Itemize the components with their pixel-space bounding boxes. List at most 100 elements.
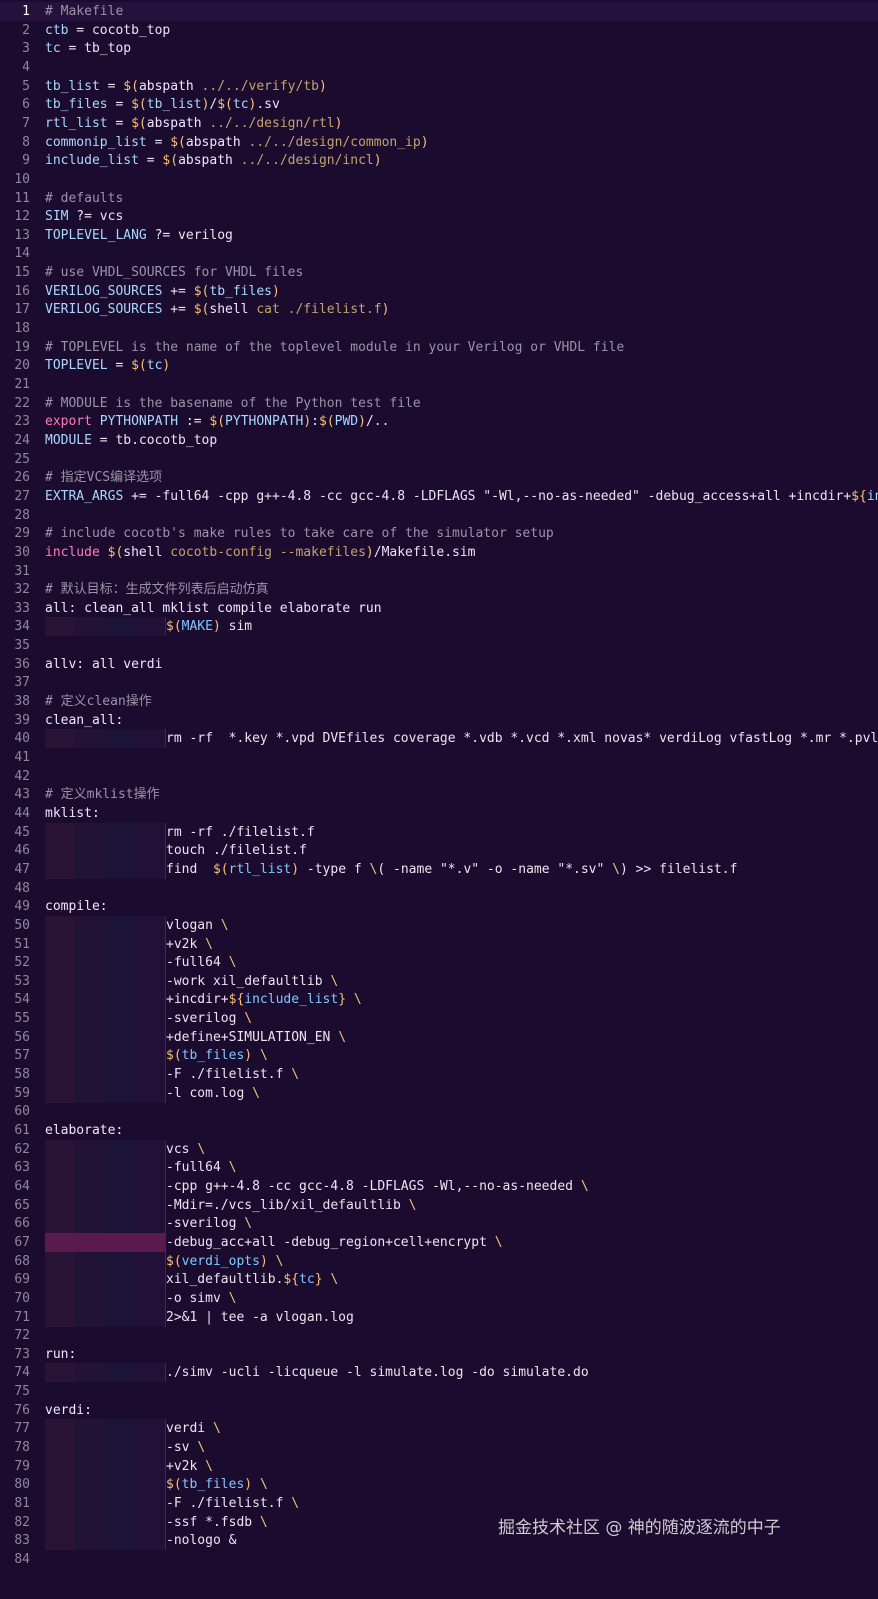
code-line[interactable]: 18 — [0, 319, 878, 338]
code-line[interactable]: 6 tb_files = $(tb_list)/$(tc).sv — [0, 95, 878, 114]
code-line[interactable]: 58 -F ./filelist.f \ — [0, 1065, 878, 1085]
code-line[interactable]: 32 # 默认目标：生成文件列表后启动仿真 — [0, 580, 878, 599]
code-line[interactable]: 21 — [0, 375, 878, 394]
code-editor[interactable]: 1 # Makefile 2 ctb = cocotb_top 3 tc = tb_top… — [0, 0, 878, 1599]
code-line[interactable]: 53 -work xil_defaultlib \ — [0, 971, 878, 991]
code-line[interactable]: 29 # include cocotb's make rules to take … — [0, 524, 878, 543]
code-line[interactable]: 14 — [0, 244, 878, 263]
line-number: 49 — [14, 899, 30, 915]
code-token: ( -name "*.v" -o -name "*.sv" — [377, 861, 613, 877]
code-token: # Makefile — [45, 4, 124, 19]
code-line[interactable]: 33 all: clean_all mklist compile elaborat… — [0, 599, 878, 618]
code-line[interactable]: 34 $(MAKE) sim — [0, 617, 878, 637]
code-line[interactable]: 38 # 定义clean操作 — [0, 692, 878, 711]
code-line[interactable]: 79 +v2k \ — [0, 1456, 878, 1476]
code-token: -o simv — [166, 1290, 229, 1306]
code-token: ../../verify/tb — [193, 78, 319, 94]
code-line[interactable]: 80 $(tb_files) \ — [0, 1475, 878, 1495]
code-line[interactable]: 60 — [0, 1102, 878, 1121]
code-line[interactable]: 35 — [0, 636, 878, 655]
code-line[interactable]: 67 -debug_acc+all -debug_region+cell+encr… — [0, 1232, 878, 1252]
code-token: 2>&1 | tee -a vlogan.log — [166, 1309, 354, 1325]
code-line[interactable]: 56 +define+SIMULATION_EN \ — [0, 1027, 878, 1047]
code-line[interactable]: 10 — [0, 170, 878, 189]
code-line[interactable]: 68 $(verdi_opts) \ — [0, 1251, 878, 1271]
line-number: 40 — [14, 731, 30, 747]
code-line[interactable]: 24 MODULE = tb.cocotb_top — [0, 431, 878, 450]
code-line[interactable]: 31 — [0, 562, 878, 581]
code-line[interactable]: 39 clean_all: — [0, 711, 878, 730]
code-line[interactable]: 45 rm -rf ./filelist.f — [0, 822, 878, 842]
code-line[interactable]: 22 # MODULE is the basename of the Python… — [0, 394, 878, 413]
indent-guide — [45, 1531, 166, 1551]
line-number: 6 — [22, 97, 30, 113]
code-line[interactable]: 23 export PYTHONPATH := $(PYTHONPATH):$(P… — [0, 412, 878, 431]
line-number: 26 — [14, 470, 30, 486]
code-token: mklist: — [45, 805, 100, 821]
code-line[interactable]: 84 — [0, 1550, 878, 1569]
code-line[interactable]: 70 -o simv \ — [0, 1288, 878, 1308]
code-line[interactable]: 75 — [0, 1382, 878, 1401]
code-line[interactable]: 27 EXTRA_ARGS += -full64 -cpp g++-4.8 -cc… — [0, 487, 878, 506]
code-line[interactable]: 46 touch ./filelist.f — [0, 841, 878, 861]
code-line[interactable]: 71 2>&1 | tee -a vlogan.log — [0, 1307, 878, 1327]
code-line[interactable]: 9 include_list = $(abspath ../../design/i… — [0, 151, 878, 170]
code-line[interactable]: 74 ./simv -ucli -licqueue -l simulate.log… — [0, 1363, 878, 1383]
code-token: ?= vcs — [68, 209, 124, 225]
code-line[interactable]: 2 ctb = cocotb_top — [0, 21, 878, 40]
code-line[interactable]: 78 -sv \ — [0, 1438, 878, 1458]
code-line[interactable]: 62 vcs \ — [0, 1139, 878, 1159]
code-line[interactable]: 76 verdi: — [0, 1401, 878, 1420]
code-line[interactable]: 15 # use VHDL_SOURCES for VHDL files — [0, 263, 878, 282]
code-line[interactable]: 65 -Mdir=./vcs_lib/xil_defaultlib \ — [0, 1195, 878, 1215]
code-line[interactable]: 49 compile: — [0, 897, 878, 916]
code-line[interactable]: 81 -F ./filelist.f \ — [0, 1494, 878, 1513]
code-line[interactable]: 12 SIM ?= vcs — [0, 207, 878, 226]
code-line[interactable]: 51 +v2k \ — [0, 934, 878, 954]
code-line[interactable]: 59 -l com.log \ — [0, 1083, 878, 1103]
code-line[interactable]: 5 tb_list = $(abspath ../../verify/tb) — [0, 77, 878, 96]
code-line[interactable]: 40 rm -rf *.key *.vpd DVEfiles coverage *… — [0, 729, 878, 749]
code-line[interactable]: 13 TOPLEVEL_LANG ?= verilog — [0, 226, 878, 245]
code-line[interactable]: 64 -cpp g++-4.8 -cc gcc-4.8 -LDFLAGS -Wl,… — [0, 1176, 878, 1196]
code-line[interactable]: 48 — [0, 879, 878, 898]
code-line[interactable]: 3 tc = tb_top — [0, 39, 878, 58]
code-line[interactable]: 42 — [0, 767, 878, 786]
code-token: # defaults — [45, 190, 124, 206]
code-line[interactable]: 25 — [0, 450, 878, 469]
code-line[interactable]: 20 TOPLEVEL = $(tc) — [0, 356, 878, 375]
code-line[interactable]: 55 -sverilog \ — [0, 1009, 878, 1029]
code-line[interactable]: 1 # Makefile — [0, 2, 878, 21]
code-token: -sverilog — [166, 1011, 245, 1027]
code-line[interactable]: 8 commonip_list = $(abspath ../../design/… — [0, 133, 878, 152]
code-line[interactable]: 77 verdi \ — [0, 1419, 878, 1439]
code-line[interactable]: 50 vlogan \ — [0, 915, 878, 935]
code-line[interactable]: 19 # TOPLEVEL is the name of the toplevel… — [0, 338, 878, 357]
code-line[interactable]: 41 — [0, 748, 878, 767]
code-line[interactable]: 63 -full64 \ — [0, 1158, 878, 1178]
code-line[interactable]: 4 — [0, 58, 878, 77]
code-line[interactable]: 43 # 定义mklist操作 — [0, 785, 878, 804]
code-line[interactable]: 30 include $(shell cocotb-config --makefi… — [0, 543, 878, 562]
code-line[interactable]: 54 +incdir+${include_list} \ — [0, 990, 878, 1010]
code-line[interactable]: 36 allv: all verdi — [0, 655, 878, 674]
code-line[interactable]: 26 # 指定VCS编译选项 — [0, 468, 878, 487]
code-line[interactable]: 57 $(tb_files) \ — [0, 1046, 878, 1066]
code-token: \ — [205, 936, 213, 952]
code-line[interactable]: 52 -full64 \ — [0, 953, 878, 973]
indent-guide — [45, 617, 166, 637]
code-token: = — [107, 115, 132, 131]
code-line[interactable]: 47 find $(rtl_list) -type f \( -name "*.v… — [0, 859, 878, 879]
code-line[interactable]: 16 VERILOG_SOURCES += $(tb_files) — [0, 282, 878, 301]
code-line[interactable]: 44 mklist: — [0, 804, 878, 823]
code-line[interactable]: 69 xil_defaultlib.${tc} \ — [0, 1270, 878, 1290]
code-line[interactable]: 66 -sverilog \ — [0, 1214, 878, 1234]
code-line[interactable]: 28 — [0, 506, 878, 525]
code-line[interactable]: 7 rtl_list = $(abspath ../../design/rtl) — [0, 114, 878, 133]
code-line[interactable]: 11 # defaults — [0, 189, 878, 208]
code-line[interactable]: 61 elaborate: — [0, 1121, 878, 1140]
code-line[interactable]: 72 — [0, 1326, 878, 1345]
code-line[interactable]: 37 — [0, 673, 878, 692]
code-line[interactable]: 73 run: — [0, 1345, 878, 1364]
code-line[interactable]: 17 VERILOG_SOURCES += $(shell cat ./filel… — [0, 300, 878, 319]
